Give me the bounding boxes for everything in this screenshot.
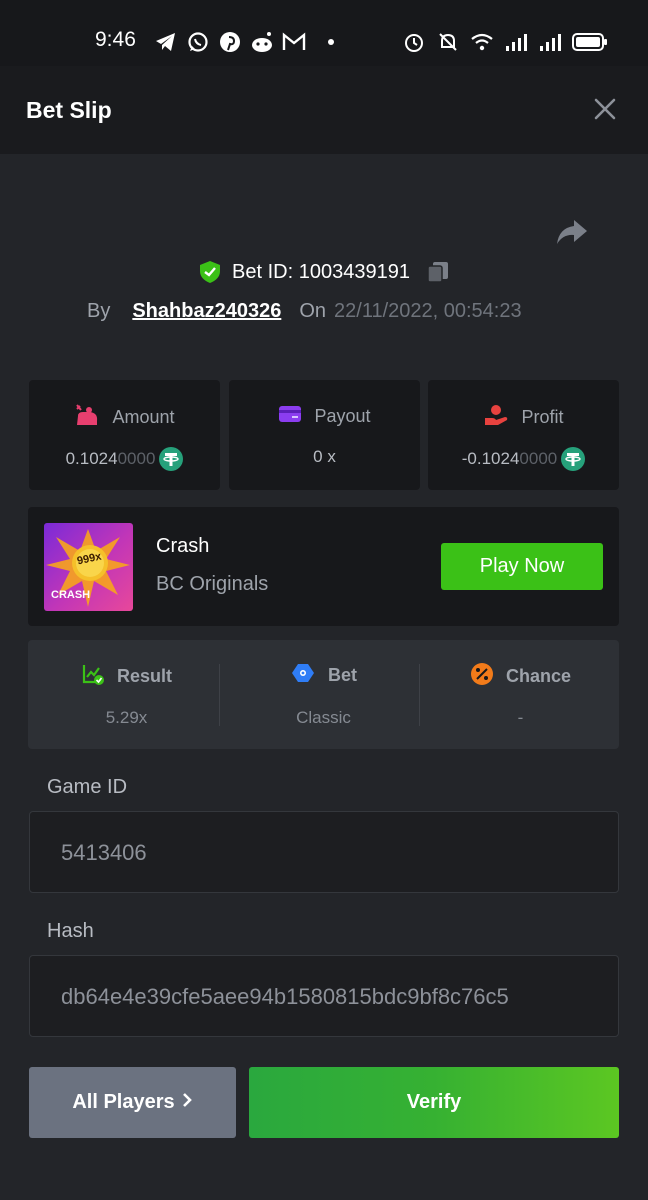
game-card: 999x CRASH Crash BC Originals Play Now: [28, 507, 619, 626]
battery-icon: [572, 30, 608, 54]
game-provider: BC Originals: [156, 573, 269, 595]
profit-card: Profit -0.10240000: [428, 380, 619, 490]
system-icons: [402, 30, 608, 54]
bet-id: Bet ID: 1003439191: [232, 260, 410, 283]
verify-button[interactable]: Verify: [249, 1067, 619, 1138]
all-players-label: All Players: [72, 1091, 175, 1113]
whatsapp-icon: [186, 30, 210, 54]
page-title: Bet Slip: [26, 97, 112, 123]
bet-column: Bet Classic: [225, 640, 422, 749]
amount-card: Amount 0.10240000: [29, 380, 220, 490]
thumb-label: CRASH: [51, 589, 91, 601]
copy-icon[interactable]: [426, 260, 450, 284]
profit-value: -0.10240000: [461, 449, 558, 468]
tether-icon: [159, 447, 184, 471]
amount-value: 0.10240000: [65, 449, 156, 468]
game-id-label: Game ID: [47, 776, 128, 798]
bet-details-card: Result 5.29x Bet Classic Chance -: [28, 640, 619, 749]
bet-value: Classic: [296, 708, 351, 727]
amount-icon: [74, 404, 100, 431]
profit-label: Profit: [521, 407, 564, 427]
chevron-right-icon: [181, 1091, 193, 1115]
hash-value: db64e4e39cfe5aee94b1580815bdc9bf8c76c5: [61, 984, 509, 1009]
result-value: 5.29x: [105, 708, 148, 727]
divider: [419, 664, 420, 726]
dot-icon: [328, 39, 334, 45]
signal-icon: [538, 30, 562, 54]
status-time: 9:46: [95, 28, 136, 51]
gmail-icon: [282, 30, 306, 54]
chance-value: -: [517, 708, 524, 727]
payout-card: Payout 0 x: [229, 380, 420, 490]
payout-label: Payout: [314, 406, 371, 426]
on-label: On: [299, 300, 327, 322]
user-link[interactable]: Shahbaz240326: [132, 300, 281, 323]
bell-off-icon: [436, 30, 460, 54]
signal-icon: [504, 30, 528, 54]
game-name: Crash: [156, 535, 210, 557]
share-icon[interactable]: [554, 214, 590, 250]
payout-icon: [278, 404, 302, 429]
modal-header: Bet Slip: [0, 66, 648, 154]
profit-icon: [483, 404, 509, 431]
by-label: By: [87, 300, 111, 322]
verify-label: Verify: [406, 1091, 462, 1113]
play-now-button[interactable]: Play Now: [441, 543, 603, 590]
crash-game-thumbnail[interactable]: 999x CRASH: [44, 523, 133, 611]
hash-field[interactable]: db64e4e39cfe5aee94b1580815bdc9bf8c76c5: [29, 955, 619, 1037]
verified-shield-icon: [198, 260, 222, 284]
hash-label: Hash: [47, 920, 94, 942]
chance-column: Chance -: [422, 640, 619, 749]
amount-label: Amount: [112, 407, 175, 427]
bet-type-icon: [290, 662, 316, 689]
result-column: Result 5.29x: [28, 640, 225, 749]
all-players-button[interactable]: All Players: [29, 1067, 236, 1138]
payout-value: 0 x: [313, 447, 336, 466]
result-label: Result: [116, 666, 172, 686]
reddit-icon: [250, 30, 274, 54]
divider: [219, 664, 220, 726]
bet-label: Bet: [327, 665, 357, 685]
game-id-value: 5413406: [61, 840, 147, 865]
result-icon: [81, 662, 105, 691]
game-id-field[interactable]: 5413406: [29, 811, 619, 893]
telegram-icon: [154, 30, 178, 54]
alarm-icon: [402, 30, 426, 54]
bet-id-row: Bet ID: 1003439191: [0, 260, 648, 284]
bet-date: 22/11/2022, 00:54:23: [334, 300, 522, 322]
tether-icon: [561, 447, 586, 471]
close-icon[interactable]: [592, 96, 618, 122]
percent-icon: [470, 662, 494, 691]
status-bar: 9:46: [0, 0, 648, 66]
chance-label: Chance: [505, 666, 572, 686]
wifi-icon: [470, 30, 494, 54]
notification-icons: [154, 30, 334, 54]
pinterest-icon: [218, 30, 242, 54]
bet-meta: By Shahbaz240326 On 22/11/2022, 00:54:23: [87, 300, 522, 323]
